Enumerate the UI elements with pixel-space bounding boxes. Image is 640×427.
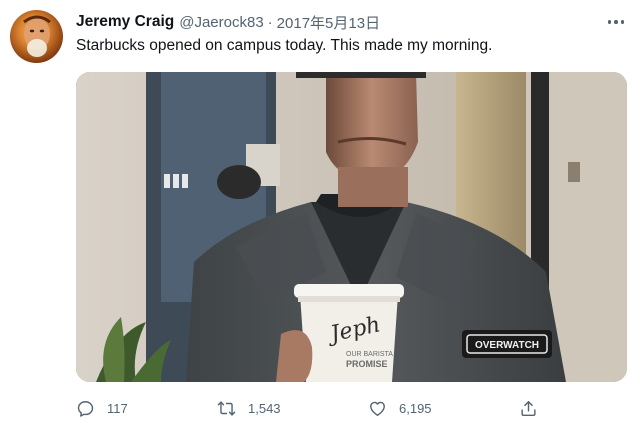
tweet-header: Jeremy Craig @Jaerock83 · 2017年5月13日: [76, 11, 380, 33]
cup-print-line2: PROMISE: [346, 359, 388, 369]
heart-icon: [370, 401, 385, 416]
tweet-actions: 117 1,543 6,195: [76, 396, 627, 420]
tweet-date[interactable]: 2017年5月13日: [277, 12, 380, 33]
photo-image: Jeph OUR BARISTA PROMISE OVERWATCH: [76, 72, 627, 382]
tweet-text: Starbucks opened on campus today. This m…: [76, 37, 493, 54]
patch-text: OVERWATCH: [475, 340, 539, 351]
header-separator: ·: [267, 13, 273, 31]
author-name[interactable]: Jeremy Craig: [76, 13, 174, 31]
avatar[interactable]: [10, 10, 63, 63]
share-icon: [521, 400, 536, 416]
more-horizontal-icon: [607, 20, 612, 24]
more-options-button[interactable]: [604, 12, 628, 32]
retweet-button[interactable]: 1,543: [217, 396, 281, 420]
tweet-photo[interactable]: Jeph OUR BARISTA PROMISE OVERWATCH: [76, 72, 627, 382]
author-handle[interactable]: @Jaerock83: [179, 14, 263, 31]
share-button[interactable]: [519, 396, 538, 420]
cup-print-line1: OUR BARISTA: [346, 351, 393, 358]
reply-count: 117: [107, 400, 128, 416]
reply-button[interactable]: 117: [76, 396, 128, 420]
retweet-icon: [217, 400, 236, 416]
tweet-card[interactable]: Jeremy Craig @Jaerock83 · 2017年5月13日 Sta…: [0, 0, 640, 427]
like-button[interactable]: 6,195: [368, 396, 432, 420]
like-count: 6,195: [399, 400, 432, 416]
avatar-portrait-image: [23, 15, 51, 57]
retweet-count: 1,543: [248, 400, 281, 416]
reply-icon: [77, 400, 94, 417]
